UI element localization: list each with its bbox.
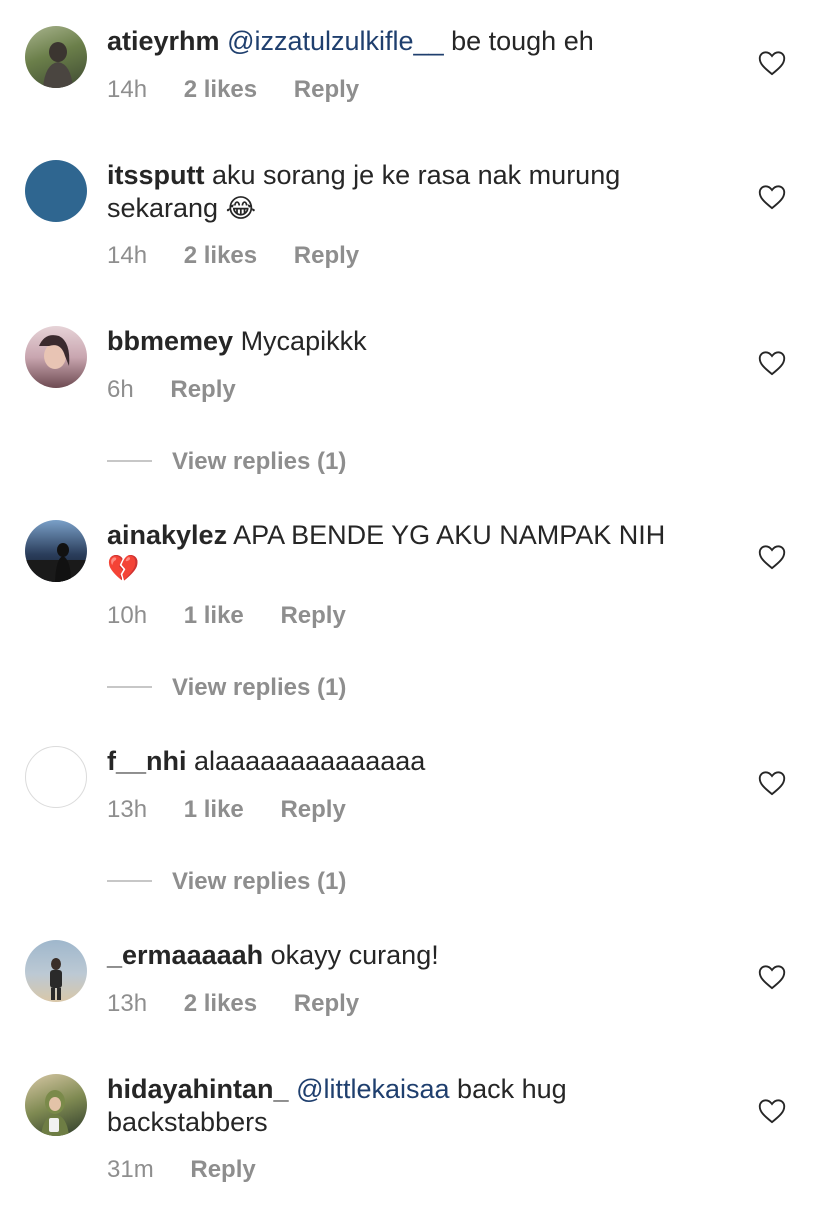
comment-meta: 13h 1 like Reply <box>107 796 376 824</box>
heart-icon[interactable] <box>758 1098 786 1124</box>
reply-button[interactable]: Reply <box>280 796 345 823</box>
avatar-photo <box>25 543 87 582</box>
comment-username[interactable]: atieyrhm <box>107 26 220 56</box>
comment-body: Mycapikkk <box>233 326 367 356</box>
comment-time: 14h <box>107 76 148 103</box>
comment-body: be tough eh <box>443 26 594 56</box>
heart-icon[interactable] <box>758 350 786 376</box>
avatar[interactable] <box>25 1074 87 1136</box>
avatar[interactable] <box>25 520 87 582</box>
heart-icon[interactable] <box>758 50 786 76</box>
broken-heart-icon: 💔 <box>107 554 140 584</box>
comment-meta: 6h Reply <box>107 376 266 404</box>
comment-body: okayy curang! <box>263 940 439 970</box>
comment-time: 31m <box>107 1156 154 1183</box>
avatar[interactable] <box>25 160 87 222</box>
avatar-photo <box>39 335 70 369</box>
avatar-photo <box>41 1090 69 1136</box>
comment-text: itssputt aku sorang je ke rasa nak murun… <box>107 159 707 226</box>
avatar-photo <box>50 958 62 1000</box>
comment-likes[interactable]: 1 like <box>184 796 244 823</box>
avatar-photo <box>43 42 73 88</box>
avatar[interactable] <box>25 746 87 808</box>
view-replies-label: View replies (1) <box>172 868 347 895</box>
replies-divider <box>107 879 152 882</box>
heart-icon[interactable] <box>758 964 786 990</box>
reply-button[interactable]: Reply <box>190 1156 255 1183</box>
comment-likes[interactable]: 1 like <box>184 602 244 629</box>
comment-mention[interactable]: @izzatulzulkifle__ <box>227 26 444 56</box>
comment-text: f__nhi alaaaaaaaaaaaaaa <box>107 745 707 778</box>
comment-body: APA BENDE YG AKU NAMPAK NIH <box>227 520 666 550</box>
comment-text: _ermaaaaah okayy curang! <box>107 939 707 972</box>
comment-text: hidayahintan_ @littlekaisaa back hug bac… <box>107 1073 707 1139</box>
view-replies-button[interactable]: View replies (1) <box>107 868 346 896</box>
comment-text: ainakylez APA BENDE YG AKU NAMPAK NIH 💔 <box>107 519 707 586</box>
view-replies-label: View replies (1) <box>172 674 347 701</box>
comment-time: 10h <box>107 602 148 629</box>
comment-meta: 10h 1 like Reply <box>107 602 376 630</box>
heart-icon[interactable] <box>758 544 786 570</box>
avatar[interactable] <box>25 326 87 388</box>
comment-time: 13h <box>107 796 148 823</box>
reply-button[interactable]: Reply <box>170 376 235 403</box>
heart-icon[interactable] <box>758 770 786 796</box>
comment-meta: 31m Reply <box>107 1156 286 1184</box>
comment-time: 14h <box>107 242 148 269</box>
comment-username[interactable]: ainakylez <box>107 520 227 550</box>
comment-text: atieyrhm @izzatulzulkifle__ be tough eh <box>107 25 707 58</box>
laughing-emoji-icon: 😂 <box>225 194 256 224</box>
comment-username[interactable]: hidayahintan_ <box>107 1074 289 1104</box>
view-replies-button[interactable]: View replies (1) <box>107 448 346 476</box>
avatar[interactable] <box>25 940 87 1002</box>
comment-username[interactable]: _ermaaaaah <box>107 940 263 970</box>
comment-body: alaaaaaaaaaaaaaa <box>186 746 426 776</box>
comment-username[interactable]: f__nhi <box>107 746 187 776</box>
comment-time: 13h <box>107 990 148 1017</box>
view-replies-label: View replies (1) <box>172 448 347 475</box>
view-replies-button[interactable]: View replies (1) <box>107 674 346 702</box>
comment-likes[interactable]: 2 likes <box>184 990 257 1017</box>
replies-divider <box>107 459 152 462</box>
reply-button[interactable]: Reply <box>294 990 359 1017</box>
comment-text: bbmemey Mycapikkk <box>107 325 707 358</box>
replies-divider <box>107 685 152 688</box>
comment-meta: 14h 2 likes Reply <box>107 76 389 104</box>
avatar[interactable] <box>25 26 87 88</box>
comment-meta: 14h 2 likes Reply <box>107 242 389 270</box>
comment-mention[interactable]: @littlekaisaa <box>296 1074 449 1104</box>
heart-icon[interactable] <box>758 184 786 210</box>
reply-button[interactable]: Reply <box>294 242 359 269</box>
comment-meta: 13h 2 likes Reply <box>107 990 389 1018</box>
comment-likes[interactable]: 2 likes <box>184 76 257 103</box>
comment-username[interactable]: itssputt <box>107 160 205 190</box>
reply-button[interactable]: Reply <box>294 76 359 103</box>
reply-button[interactable]: Reply <box>280 602 345 629</box>
comment-time: 6h <box>107 376 134 403</box>
comment-username[interactable]: bbmemey <box>107 326 233 356</box>
comment-likes[interactable]: 2 likes <box>184 242 257 269</box>
